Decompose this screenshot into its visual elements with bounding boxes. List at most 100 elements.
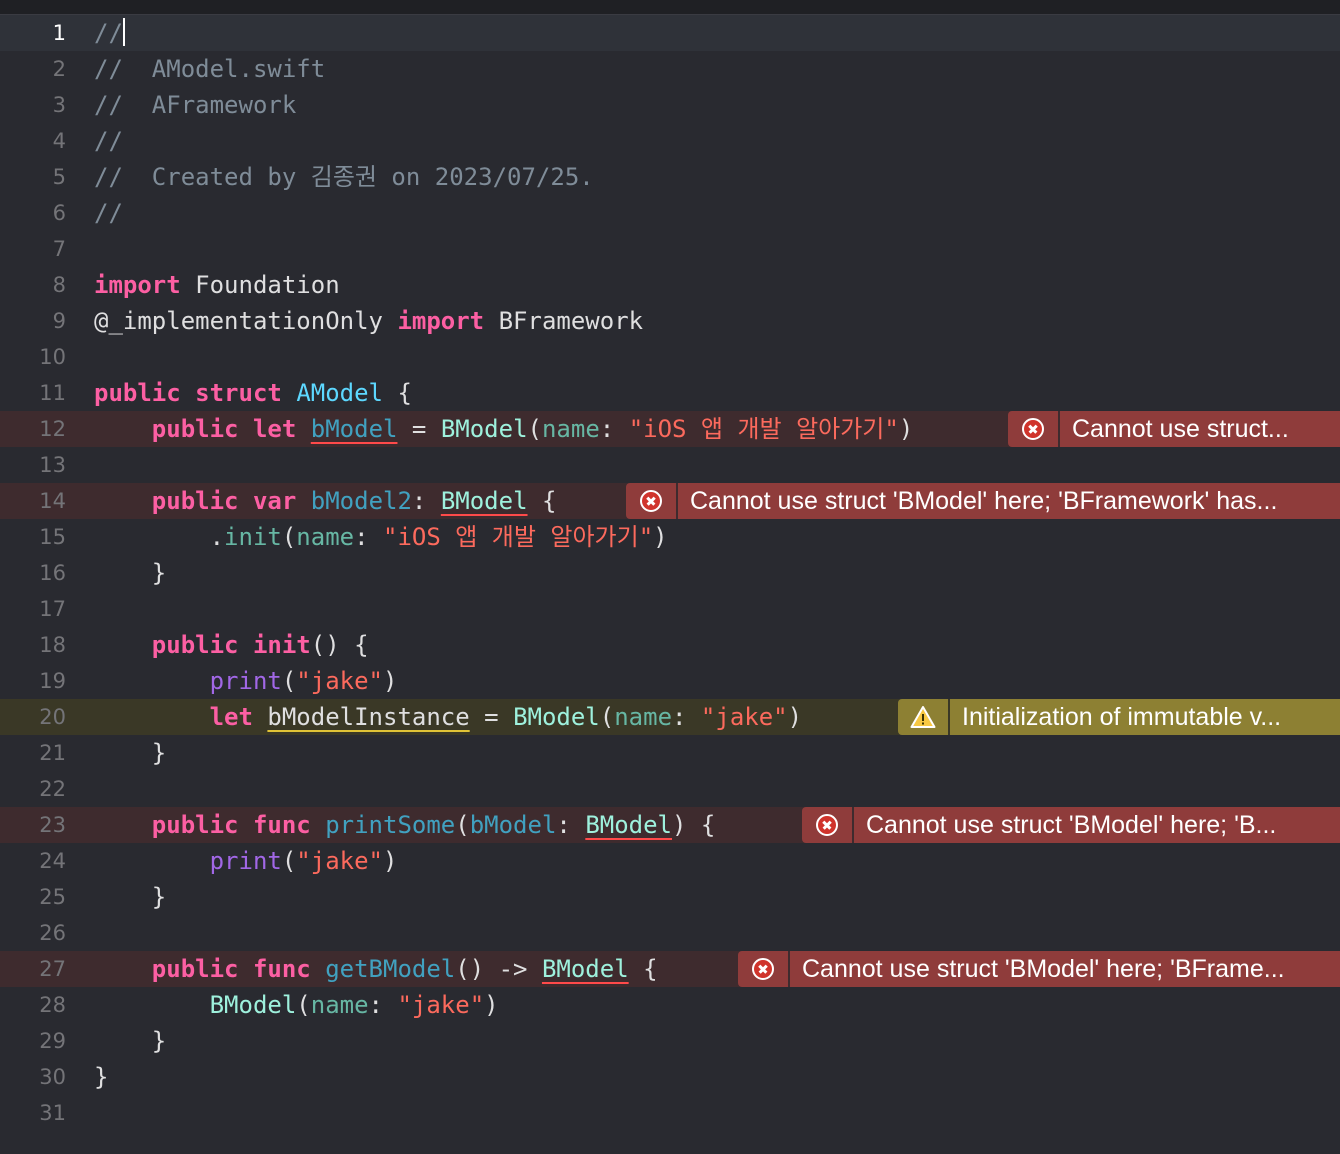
error-circle-icon[interactable] [1008,411,1058,447]
string-literal: "jake" [296,847,383,875]
code-line-3[interactable]: 3 // AFramework [0,87,1340,123]
issue-badge-error[interactable]: Cannot use struct 'BModel' here; 'B... [802,807,1340,843]
code-text[interactable]: } [94,735,166,771]
error-circle-icon[interactable] [738,951,788,987]
code-line-27[interactable]: 27 public func getBModel() -> BModel { C… [0,951,1340,987]
code-line-9[interactable]: 9 @_implementationOnly import BFramework [0,303,1340,339]
code-line-31[interactable]: 31 [0,1095,1340,1131]
argument-label: name [296,523,355,551]
keyword-token: import [397,307,485,335]
issue-message[interactable]: Cannot use struct 'BModel' here; 'BFrame… [790,951,1340,987]
function-name: getBModel [325,955,456,983]
code-line-15[interactable]: 15 .init(name: "iOS 앱 개발 알아가기") [0,519,1340,555]
code-line-24[interactable]: 24 print("jake") [0,843,1340,879]
brace-token: { [541,487,557,515]
issue-badge-error[interactable]: Cannot use struct 'BModel' here; 'BFrame… [738,951,1340,987]
code-text[interactable]: public struct AModel { [94,375,412,411]
code-text[interactable]: } [94,1023,166,1059]
code-line-16[interactable]: 16 } [0,555,1340,591]
code-text[interactable]: .init(name: "iOS 앱 개발 알아가기") [94,519,668,555]
line-number: 28 [39,993,66,1017]
error-circle-icon[interactable] [626,483,676,519]
code-line-17[interactable]: 17 [0,591,1340,627]
member-name: init [224,523,282,551]
code-text[interactable]: BModel(name: "jake") [94,987,499,1023]
brace-token: } [151,559,167,587]
keyword-token: let [209,703,253,731]
code-text[interactable]: public func getBModel() -> BModel { [94,951,658,987]
code-text[interactable]: import Foundation [94,267,340,303]
code-line-14[interactable]: 14 public var bModel2: BModel { Cannot u… [0,483,1340,519]
punctuation-token: ) { [672,811,716,839]
function-call: print [209,847,282,875]
line-number: 19 [39,669,66,693]
code-line-22[interactable]: 22 [0,771,1340,807]
code-line-2[interactable]: 2 // AModel.swift [0,51,1340,87]
code-line-7[interactable]: 7 [0,231,1340,267]
issue-badge-error[interactable]: Cannot use struct... [1008,411,1340,447]
code-line-18[interactable]: 18 public init() { [0,627,1340,663]
issue-message[interactable]: Initialization of immutable v... [950,699,1340,735]
code-text[interactable]: } [94,1059,108,1095]
code-line-8[interactable]: 8 import Foundation [0,267,1340,303]
code-line-4[interactable]: 4 // [0,123,1340,159]
code-line-26[interactable]: 26 [0,915,1340,951]
string-literal: "iOS 앱 개발 알아가기" [383,523,654,551]
code-line-10[interactable]: 10 [0,339,1340,375]
comment-text[interactable]: // Created by 김종권 on 2023/07/25. [94,159,594,195]
warning-triangle-icon[interactable] [898,699,948,735]
code-line-30[interactable]: 30 } [0,1059,1340,1095]
keyword-token: init [252,631,311,659]
code-line-21[interactable]: 21 } [0,735,1340,771]
comment-text[interactable]: // AModel.swift [94,51,325,87]
issue-message[interactable]: Cannot use struct... [1060,411,1340,447]
issue-badge-warning[interactable]: Initialization of immutable v... [898,699,1340,735]
line-number: 9 [52,309,66,333]
comment-text[interactable]: // AFramework [94,87,296,123]
code-text[interactable]: public let bModel = BModel(name: "iOS 앱 … [94,411,914,447]
error-circle-icon[interactable] [802,807,852,843]
issue-message[interactable]: Cannot use struct 'BModel' here; 'BFrame… [678,483,1340,519]
comment-text[interactable]: // [94,195,123,231]
code-line-5[interactable]: 5 // Created by 김종권 on 2023/07/25. [0,159,1340,195]
code-text[interactable]: public func printSome(bModel: BModel) { [94,807,716,843]
variable-name: bModelInstance [267,703,470,731]
code-line-28[interactable]: 28 BModel(name: "jake") [0,987,1340,1023]
code-line-12[interactable]: 12 public let bModel = BModel(name: "iOS… [0,411,1340,447]
brace-token: } [94,1063,109,1091]
code-text[interactable]: } [94,879,166,915]
code-text[interactable]: // [94,15,125,51]
line-number: 12 [39,417,66,441]
code-line-6[interactable]: 6 // [0,195,1340,231]
string-literal: "jake" [296,667,383,695]
code-line-1[interactable]: 1 // [0,15,1340,51]
code-text[interactable]: @_implementationOnly import BFramework [94,303,643,339]
attribute-token: @_implementationOnly [94,307,383,335]
code-line-23[interactable]: 23 public func printSome(bModel: BModel)… [0,807,1340,843]
keyword-token: import [94,271,181,299]
code-editor[interactable]: 1 // 2 // AModel.swift 3 // AFramework 4… [0,15,1340,1131]
code-line-11[interactable]: 11 public struct AModel { [0,375,1340,411]
code-line-25[interactable]: 25 } [0,879,1340,915]
line-number: 5 [52,165,66,189]
issue-badge-error[interactable]: Cannot use struct 'BModel' here; 'BFrame… [626,483,1340,519]
code-text[interactable]: print("jake") [94,663,398,699]
code-line-29[interactable]: 29 } [0,1023,1340,1059]
code-text[interactable]: public init() { [94,627,369,663]
issue-message[interactable]: Cannot use struct 'BModel' here; 'B... [854,807,1340,843]
keyword-token: public [151,487,239,515]
code-text[interactable]: print("jake") [94,843,398,879]
string-literal: "jake" [397,991,485,1019]
code-text[interactable]: public var bModel2: BModel { [94,483,557,519]
code-line-19[interactable]: 19 print("jake") [0,663,1340,699]
code-line-20[interactable]: 20 let bModelInstance = BModel(name: "ja… [0,699,1340,735]
code-text[interactable]: let bModelInstance = BModel(name: "jake"… [94,699,802,735]
keyword-token: struct [195,379,282,407]
module-name: Foundation [195,271,340,299]
code-line-13[interactable]: 13 [0,447,1340,483]
function-name: printSome [325,811,456,839]
keyword-token: public [151,631,239,659]
line-number: 10 [39,345,66,369]
comment-text[interactable]: // [94,123,123,159]
code-text[interactable]: } [94,555,166,591]
